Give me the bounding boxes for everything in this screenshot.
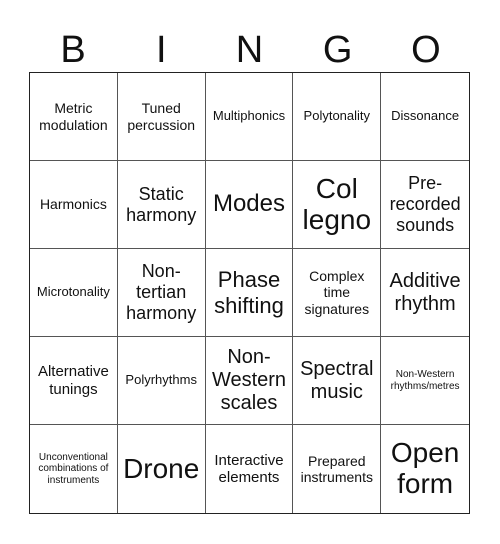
bingo-cell[interactable]: Prepared instruments — [293, 425, 382, 513]
bingo-cell[interactable]: Spectral music — [293, 337, 382, 425]
bingo-header: B I N G O — [29, 28, 470, 72]
header-letter-i: I — [156, 29, 167, 71]
bingo-cell[interactable]: Alternative tunings — [30, 337, 118, 425]
bingo-cell[interactable]: Non-Western rhythms/metres — [381, 337, 469, 425]
bingo-cell[interactable]: Dissonance — [381, 73, 469, 161]
bingo-cell[interactable]: Additive rhythm — [381, 249, 469, 337]
bingo-cell[interactable]: Col legno — [293, 161, 382, 249]
bingo-cell[interactable]: Harmonics — [30, 161, 118, 249]
header-letter-o: O — [411, 29, 441, 71]
bingo-cell[interactable]: Drone — [118, 425, 206, 513]
bingo-cell[interactable]: Non-tertian harmony — [117, 249, 206, 337]
bingo-cell[interactable]: Polyrhythms — [117, 337, 206, 425]
bingo-cell[interactable]: Tuned percussion — [117, 73, 206, 161]
bingo-cell[interactable]: Metric modulation — [30, 73, 118, 161]
bingo-cell[interactable]: Modes — [205, 161, 294, 249]
bingo-cell[interactable]: Pre-recorded sounds — [381, 161, 469, 249]
bingo-cell[interactable]: Unconventional combinations of instrumen… — [30, 425, 118, 513]
header-letter-n: N — [235, 29, 264, 71]
bingo-grid: Metric modulation Tuned percussion Multi… — [29, 72, 470, 514]
bingo-cell[interactable]: Complex time signatures — [293, 249, 382, 337]
bingo-cell[interactable]: Open form — [381, 425, 469, 513]
header-letter-b: B — [60, 29, 86, 71]
bingo-cell[interactable]: Non-Western scales — [205, 337, 294, 425]
bingo-cell[interactable]: Interactive elements — [206, 425, 294, 513]
bingo-cell[interactable]: Microtonality — [30, 249, 118, 337]
header-letter-g: G — [322, 29, 353, 71]
bingo-cell[interactable]: Phase shifting — [205, 249, 294, 337]
bingo-cell[interactable]: Polytonality — [293, 73, 382, 161]
bingo-cell[interactable]: Multiphonics — [205, 73, 294, 161]
bingo-cell[interactable]: Static harmony — [117, 161, 206, 249]
